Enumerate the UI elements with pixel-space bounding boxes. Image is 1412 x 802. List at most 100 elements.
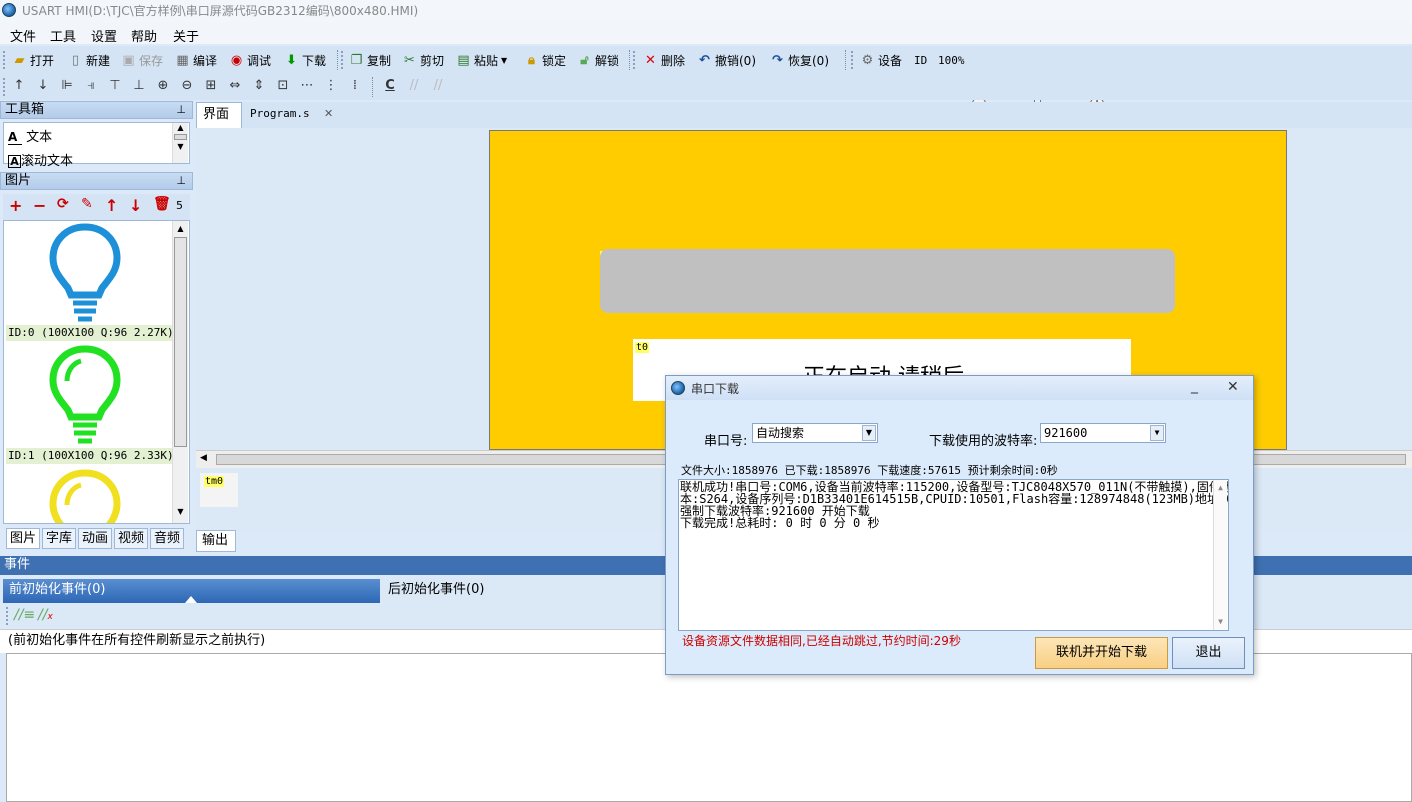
toolbox-scrollbar[interactable]: ▲ ▼ (172, 123, 188, 163)
event-code-editor[interactable] (6, 653, 1412, 802)
tab-videos[interactable]: 视频 (114, 528, 148, 549)
progress-bar-j0[interactable] (600, 249, 1175, 313)
paste-dropdown-icon[interactable]: ▼ (501, 56, 507, 65)
log-line: 下载完成!总耗时: 0 时 0 分 0 秒 (680, 516, 880, 530)
scroll-down-icon[interactable]: ▼ (173, 507, 188, 516)
delete-button[interactable]: ✕ 删除 (643, 51, 685, 69)
remove-icon[interactable]: − (33, 196, 46, 215)
uncomment-icon[interactable]: // (429, 77, 447, 95)
t0-tag: t0 (635, 342, 650, 353)
tab-animations[interactable]: 动画 (78, 528, 112, 549)
toolbox-item-scrolltext[interactable]: A 滚动文本 (8, 150, 73, 169)
same-size-icon[interactable]: ⊡ (274, 77, 292, 95)
pin-icon[interactable]: ⊥ (176, 102, 186, 118)
move-up-icon[interactable]: ↑ (10, 77, 28, 95)
image-item[interactable]: ID:1 (100X100 Q:96 2.33K) (4, 345, 174, 467)
close-icon[interactable]: ✕ (1227, 379, 1239, 395)
timer-tm0[interactable]: tm0 (200, 473, 238, 507)
center-screen-icon[interactable]: ⊞ (202, 77, 220, 95)
menu-help[interactable]: 帮助 (131, 26, 157, 45)
separator (629, 50, 630, 70)
lock-button[interactable]: 🔒︎ 锁定 (524, 51, 566, 69)
download-button[interactable]: ⬇ 下载 (284, 51, 326, 69)
scroll-left-icon[interactable]: ◀ (200, 453, 207, 463)
redo-button[interactable]: ↷ 恢复(0) (770, 51, 829, 69)
scroll-down-icon[interactable]: ▼ (1214, 616, 1227, 628)
tab-program[interactable]: Program.s (244, 102, 316, 128)
undo-button[interactable]: ↶ 撤销(0) (697, 51, 756, 69)
design-tabs: 界面 Program.s ✕ (196, 102, 1412, 128)
comment-icon[interactable]: // (405, 77, 423, 95)
trash-icon[interactable]: 🗑︎ (153, 196, 171, 212)
device-button[interactable]: ⚙ 设备 (860, 51, 902, 69)
toolbar-grip[interactable] (851, 51, 854, 69)
image-item[interactable]: ID:0 (100X100 Q:96 2.27K) (4, 221, 174, 343)
tab-audio[interactable]: 音频 (150, 528, 184, 549)
open-button[interactable]: ▰ 打开 (12, 51, 55, 69)
save-button[interactable]: ▣ 保存 (121, 51, 163, 69)
comment-icon[interactable]: //≡ (14, 607, 35, 623)
code-color-icon[interactable]: C (381, 77, 399, 95)
cut-button[interactable]: ✂ 剪切 (402, 51, 444, 69)
menu-tools[interactable]: 工具 (50, 26, 76, 45)
uncomment-icon[interactable]: //x (38, 607, 53, 623)
menu-about[interactable]: 关于 (173, 26, 199, 45)
toolbar-grip[interactable] (3, 51, 6, 69)
toolbar-grip[interactable] (341, 51, 344, 69)
align-bottom-icon[interactable]: ⊥ (130, 77, 148, 95)
debug-icon: ◉ (230, 52, 243, 68)
move-up-icon[interactable]: ↑ (105, 196, 118, 215)
minimize-icon[interactable]: _ (1191, 378, 1198, 394)
download-log[interactable]: 联机成功!串口号:COM6,设备当前波特率:115200,设备型号:TJC804… (678, 479, 1229, 631)
menu-file[interactable]: 文件 (10, 26, 36, 45)
log-scrollbar[interactable]: ▲ ▼ (1213, 480, 1227, 630)
image-list-scrollbar[interactable]: ▲ ▼ (172, 221, 188, 523)
toolbox-item-text[interactable]: A 文本 (8, 126, 52, 145)
move-down-icon[interactable]: ↓ (34, 77, 52, 95)
scroll-down-icon[interactable]: ▼ (173, 142, 188, 151)
tab-images[interactable]: 图片 (6, 528, 40, 549)
pin-icon[interactable]: ⊥ (176, 173, 186, 189)
unlock-button[interactable]: 🔓︎ 解锁 (577, 51, 619, 69)
add-icon[interactable]: + (9, 196, 22, 215)
new-button[interactable]: ▯ 新建 (68, 51, 110, 69)
copy-button[interactable]: ❐ 复制 (349, 51, 391, 69)
id-toggle[interactable]: ID (914, 51, 927, 69)
port-select[interactable]: 自动搜索 ▼ (752, 423, 878, 443)
scroll-thumb[interactable] (174, 134, 187, 140)
debug-button[interactable]: ◉ 调试 (229, 51, 271, 69)
center-horizontal-icon[interactable]: ⊕ (154, 77, 172, 95)
tab-fonts[interactable]: 字库 (42, 528, 76, 549)
baud-select[interactable]: 921600 ▼ (1040, 423, 1166, 443)
exit-button[interactable]: 退出 (1172, 637, 1245, 669)
image-caption: ID:0 (100X100 Q:96 2.27K) (6, 325, 174, 341)
scroll-thumb[interactable] (174, 237, 187, 447)
close-tab-icon[interactable]: ✕ (318, 102, 339, 128)
edit-icon[interactable]: ✎ (81, 196, 93, 212)
space-vertical-icon[interactable]: ⋮ (322, 77, 340, 95)
scroll-up-icon[interactable]: ▲ (173, 123, 188, 132)
tab-page[interactable]: 界面 (196, 102, 242, 128)
toolbar-grip[interactable] (6, 607, 9, 625)
toolbar-grip[interactable] (3, 78, 6, 96)
align-top-icon[interactable]: ⊤ (106, 77, 124, 95)
distribute-icon[interactable]: ⁞ (346, 77, 364, 95)
toolbar-grip[interactable] (633, 51, 636, 69)
connect-download-button[interactable]: 联机并开始下载 (1035, 637, 1168, 669)
tab-post-init-event[interactable]: 后初始化事件(0) (382, 579, 667, 603)
space-horizontal-icon[interactable]: ⋯ (298, 77, 316, 95)
scroll-up-icon[interactable]: ▲ (1214, 482, 1227, 494)
tab-output[interactable]: 输出 (196, 530, 236, 552)
align-right-icon[interactable]: ⫣ (82, 77, 100, 95)
scroll-up-icon[interactable]: ▲ (173, 224, 188, 233)
move-down-icon[interactable]: ↓ (129, 196, 142, 215)
image-item[interactable] (4, 469, 174, 523)
paste-button[interactable]: ▤ 粘贴 ▼ (456, 51, 507, 69)
compile-button[interactable]: ▦ 编译 (175, 51, 217, 69)
replace-icon[interactable]: ⟳ (57, 196, 69, 212)
menu-settings[interactable]: 设置 (91, 26, 117, 45)
center-vertical-icon[interactable]: ⊖ (178, 77, 196, 95)
same-height-icon[interactable]: ⇕ (250, 77, 268, 95)
same-width-icon[interactable]: ⇔ (226, 77, 244, 95)
align-left-icon[interactable]: ⊫ (58, 77, 76, 95)
